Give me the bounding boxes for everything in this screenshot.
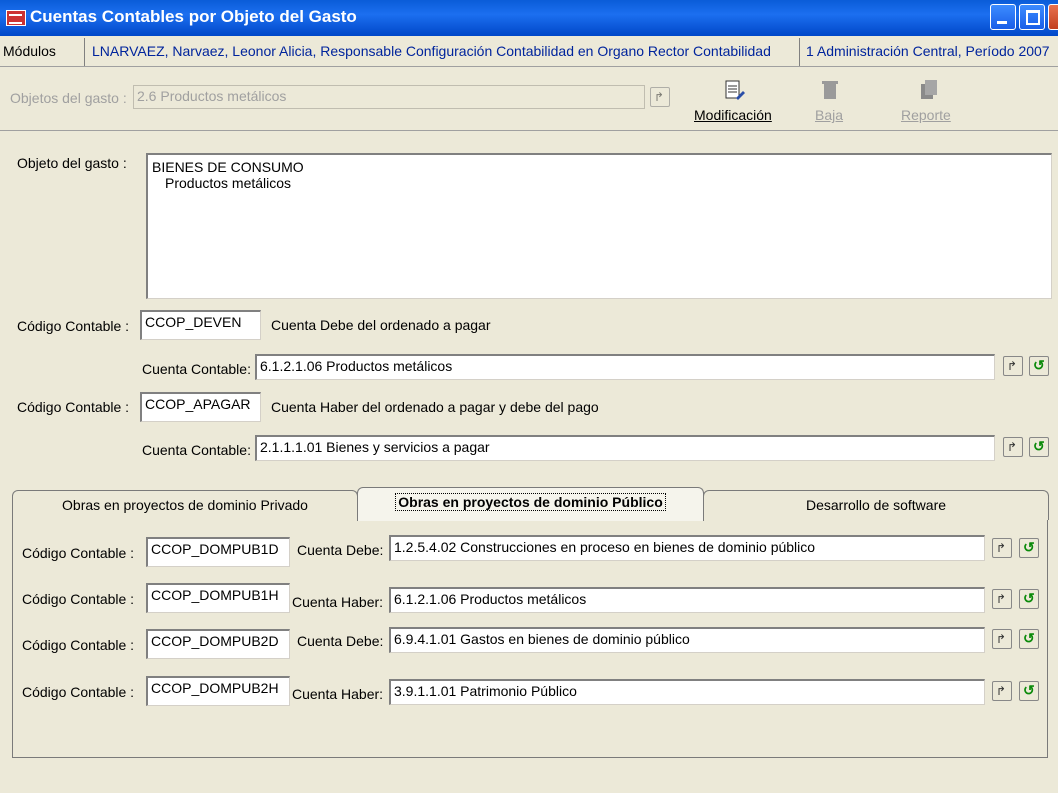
objetos-gasto-field[interactable]: 2.6 Productos metálicos	[133, 85, 645, 109]
cuenta2-select-button[interactable]: ↱	[1003, 437, 1023, 457]
tab-row-cuenta-field[interactable]: 1.2.5.4.02 Construcciones en proceso en …	[389, 535, 985, 561]
select-arrow-icon: ↱	[996, 592, 1007, 606]
objeto-gasto-line1: BIENES DE CONSUMO	[152, 159, 304, 175]
objeto-gasto-label: Objeto del gasto :	[17, 155, 127, 171]
cuenta1-select-button[interactable]: ↱	[1003, 356, 1023, 376]
refresh-icon: ↺	[1033, 357, 1045, 373]
tab-row-refresh-button[interactable]: ↺	[1019, 589, 1039, 609]
tab-row-code-field[interactable]: CCOP_DOMPUB1H	[146, 583, 290, 613]
cuenta1-label: Cuenta Contable:	[142, 361, 251, 377]
reporte-icon[interactable]	[916, 78, 940, 102]
tab-dominio-publico-label: Obras en proyectos de dominio Público	[395, 493, 666, 511]
baja-icon[interactable]	[818, 78, 842, 102]
app-icon[interactable]	[6, 10, 26, 26]
refresh-icon: ↺	[1023, 590, 1035, 606]
tab-row-cuenta-label: Cuenta Debe:	[297, 542, 384, 558]
refresh-icon: ↺	[1023, 682, 1035, 698]
select-arrow-icon: ↱	[1007, 359, 1018, 373]
separator	[799, 38, 800, 66]
tab-row-label: Código Contable :	[22, 684, 135, 700]
tab-row-refresh-button[interactable]: ↺	[1019, 629, 1039, 649]
close-button[interactable]	[1048, 4, 1058, 30]
tab-row-code-field[interactable]: CCOP_DOMPUB2D	[146, 629, 290, 659]
tab-row-select-button[interactable]: ↱	[992, 681, 1012, 701]
cuenta1-refresh-button[interactable]: ↺	[1029, 356, 1049, 376]
select-objeto-button[interactable]: ↱	[650, 87, 670, 107]
baja-button[interactable]: Baja	[815, 107, 843, 123]
tab-row-cuenta-field[interactable]: 6.9.4.1.01 Gastos en bienes de dominio p…	[389, 627, 985, 653]
codigo1-label: Código Contable :	[17, 318, 130, 334]
tab-row-code-field[interactable]: CCOP_DOMPUB1D	[146, 537, 290, 567]
reporte-button[interactable]: Reporte	[901, 107, 951, 123]
codigo2-field[interactable]: CCOP_APAGAR	[140, 392, 261, 422]
restore-button[interactable]	[1019, 4, 1045, 30]
tab-row-label: Código Contable :	[22, 591, 135, 607]
codigo2-label: Código Contable :	[17, 399, 130, 415]
tab-row-select-button[interactable]: ↱	[992, 589, 1012, 609]
objeto-gasto-line2: Productos metálicos	[165, 175, 292, 191]
tab-row-label: Código Contable :	[22, 545, 135, 561]
cuenta2-field[interactable]: 2.1.1.1.01 Bienes y servicios a pagar	[255, 435, 995, 461]
minimize-icon	[997, 21, 1007, 24]
restore-icon	[1026, 10, 1040, 25]
minimize-button[interactable]	[990, 4, 1016, 30]
select-arrow-icon: ↱	[654, 90, 665, 104]
modules-menu[interactable]: Módulos	[3, 43, 56, 59]
tab-row-select-button[interactable]: ↱	[992, 629, 1012, 649]
cuenta2-label: Cuenta Contable:	[142, 442, 251, 458]
refresh-icon: ↺	[1023, 539, 1035, 555]
codigo2-desc: Cuenta Haber del ordenado a pagar y debe…	[271, 399, 599, 415]
codigo1-field[interactable]: CCOP_DEVEN	[140, 310, 261, 340]
tab-row-refresh-button[interactable]: ↺	[1019, 538, 1039, 558]
tab-row-cuenta-label: Cuenta Haber:	[292, 594, 384, 610]
tab-row-cuenta-field[interactable]: 6.1.2.1.06 Productos metálicos	[389, 587, 985, 613]
modificacion-button[interactable]: Modificación	[694, 107, 772, 123]
tab-desarrollo-software[interactable]: Desarrollo de software	[703, 490, 1049, 520]
modificacion-icon[interactable]	[722, 78, 746, 102]
tab-row-select-button[interactable]: ↱	[992, 538, 1012, 558]
tab-row-cuenta-label: Cuenta Haber:	[292, 686, 384, 702]
select-arrow-icon: ↱	[1007, 440, 1018, 454]
tab-row-cuenta-label: Cuenta Debe:	[297, 633, 384, 649]
separator	[84, 38, 85, 66]
select-arrow-icon: ↱	[996, 541, 1007, 555]
objeto-gasto-textarea[interactable]: BIENES DE CONSUMO Productos metálicos	[146, 153, 1052, 299]
tab-row-code-field[interactable]: CCOP_DOMPUB2H	[146, 676, 290, 706]
cuenta2-refresh-button[interactable]: ↺	[1029, 437, 1049, 457]
refresh-icon: ↺	[1033, 438, 1045, 454]
period-info: 1 Administración Central, Período 2007	[806, 43, 1050, 59]
user-info: LNARVAEZ, Narvaez, Leonor Alicia, Respon…	[92, 43, 771, 59]
toolbar-divider	[0, 130, 1058, 131]
refresh-icon: ↺	[1023, 630, 1035, 646]
tab-row-cuenta-field[interactable]: 3.9.1.1.01 Patrimonio Público	[389, 679, 985, 705]
window-title: Cuentas Contables por Objeto del Gasto	[30, 7, 357, 26]
tab-row-refresh-button[interactable]: ↺	[1019, 681, 1039, 701]
codigo1-desc: Cuenta Debe del ordenado a pagar	[271, 317, 491, 333]
cuenta1-field[interactable]: 6.1.2.1.06 Productos metálicos	[255, 354, 995, 380]
tab-dominio-publico[interactable]: Obras en proyectos de dominio Público	[357, 487, 704, 521]
tab-dominio-privado[interactable]: Obras en proyectos de dominio Privado	[12, 490, 358, 520]
tab-row-label: Código Contable :	[22, 637, 135, 653]
objetos-gasto-label: Objetos del gasto :	[10, 90, 127, 106]
select-arrow-icon: ↱	[996, 684, 1007, 698]
select-arrow-icon: ↱	[996, 632, 1007, 646]
